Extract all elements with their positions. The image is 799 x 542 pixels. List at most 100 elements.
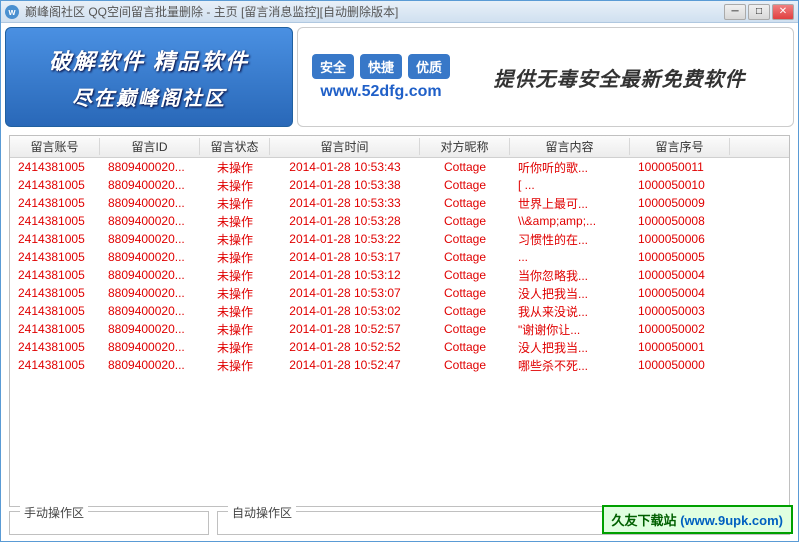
banner-slogan-1: 破解软件 精品软件 bbox=[49, 44, 249, 76]
app-icon: w bbox=[5, 5, 19, 19]
table-cell: 1000050000 bbox=[630, 358, 730, 372]
banner-right[interactable]: 安全 快捷 优质 www.52dfg.com 提供无毒安全最新免费软件 bbox=[297, 27, 794, 127]
table-cell: 2414381005 bbox=[10, 286, 100, 300]
table-row[interactable]: 24143810058809400020...未操作2014-01-28 10:… bbox=[10, 158, 789, 176]
window-title: 巅峰阁社区 QQ空间留言批量删除 - 主页 [留言消息监控][自动删除版本] bbox=[25, 3, 724, 20]
table-cell: 2014-01-28 10:53:12 bbox=[270, 268, 420, 282]
table-cell: 8809400020... bbox=[100, 340, 200, 354]
table-cell: 1000050008 bbox=[630, 214, 730, 228]
col-nickname[interactable]: 对方昵称 bbox=[420, 138, 510, 155]
table-cell: 2414381005 bbox=[10, 304, 100, 318]
watermark[interactable]: 久友下载站 (www.9upk.com) bbox=[602, 505, 793, 534]
table-cell: 2414381005 bbox=[10, 178, 100, 192]
table-cell: 2414381005 bbox=[10, 232, 100, 246]
table-cell: 未操作 bbox=[200, 285, 270, 302]
table-cell: 8809400020... bbox=[100, 196, 200, 210]
table-cell: 8809400020... bbox=[100, 286, 200, 300]
table-cell: 8809400020... bbox=[100, 160, 200, 174]
pill-group: 安全 快捷 优质 bbox=[312, 54, 450, 79]
col-account[interactable]: 留言账号 bbox=[10, 138, 100, 155]
table-row[interactable]: 24143810058809400020...未操作2014-01-28 10:… bbox=[10, 320, 789, 338]
table-cell: 2014-01-28 10:53:17 bbox=[270, 250, 420, 264]
col-id[interactable]: 留言ID bbox=[100, 138, 200, 155]
table-cell: 2014-01-28 10:53:28 bbox=[270, 214, 420, 228]
table-cell: 8809400020... bbox=[100, 304, 200, 318]
pill-fast: 快捷 bbox=[360, 54, 402, 79]
table-cell: 8809400020... bbox=[100, 178, 200, 192]
table-row[interactable]: 24143810058809400020...未操作2014-01-28 10:… bbox=[10, 338, 789, 356]
table-cell: Cottage bbox=[420, 214, 510, 228]
minimize-button[interactable]: ─ bbox=[724, 4, 746, 20]
table-cell: Cottage bbox=[420, 340, 510, 354]
auto-panel-label: 自动操作区 bbox=[228, 504, 296, 521]
table-row[interactable]: 24143810058809400020...未操作2014-01-28 10:… bbox=[10, 248, 789, 266]
table-cell: 听你听的歌... bbox=[510, 159, 630, 176]
banner-url: www.52dfg.com bbox=[320, 83, 441, 101]
table-cell: 未操作 bbox=[200, 249, 270, 266]
table-row[interactable]: 24143810058809400020...未操作2014-01-28 10:… bbox=[10, 212, 789, 230]
table-cell: 未操作 bbox=[200, 303, 270, 320]
table-cell: 2014-01-28 10:52:47 bbox=[270, 358, 420, 372]
table-cell: 8809400020... bbox=[100, 214, 200, 228]
table-cell: 1000050005 bbox=[630, 250, 730, 264]
table-row[interactable]: 24143810058809400020...未操作2014-01-28 10:… bbox=[10, 284, 789, 302]
table-body[interactable]: 24143810058809400020...未操作2014-01-28 10:… bbox=[10, 158, 789, 506]
col-seq[interactable]: 留言序号 bbox=[630, 138, 730, 155]
table-cell: 1000050009 bbox=[630, 196, 730, 210]
table-cell: 未操作 bbox=[200, 177, 270, 194]
table-cell: 2014-01-28 10:52:52 bbox=[270, 340, 420, 354]
table-cell: 1000050003 bbox=[630, 304, 730, 318]
table-cell: 8809400020... bbox=[100, 250, 200, 264]
table-row[interactable]: 24143810058809400020...未操作2014-01-28 10:… bbox=[10, 230, 789, 248]
table-cell: Cottage bbox=[420, 160, 510, 174]
table-cell: [ ... bbox=[510, 178, 630, 192]
table-cell: 2014-01-28 10:53:02 bbox=[270, 304, 420, 318]
col-content[interactable]: 留言内容 bbox=[510, 138, 630, 155]
col-time[interactable]: 留言时间 bbox=[270, 138, 420, 155]
table-row[interactable]: 24143810058809400020...未操作2014-01-28 10:… bbox=[10, 194, 789, 212]
table-cell: 未操作 bbox=[200, 267, 270, 284]
table-row[interactable]: 24143810058809400020...未操作2014-01-28 10:… bbox=[10, 302, 789, 320]
table-cell: 1000050011 bbox=[630, 160, 730, 174]
pill-quality: 优质 bbox=[408, 54, 450, 79]
table-cell: 2414381005 bbox=[10, 196, 100, 210]
table-cell: 未操作 bbox=[200, 159, 270, 176]
close-button[interactable]: ✕ bbox=[772, 4, 794, 20]
maximize-button[interactable]: □ bbox=[748, 4, 770, 20]
table-row[interactable]: 24143810058809400020...未操作2014-01-28 10:… bbox=[10, 266, 789, 284]
table-cell: 1000050004 bbox=[630, 286, 730, 300]
table-cell: 未操作 bbox=[200, 321, 270, 338]
table-cell: Cottage bbox=[420, 304, 510, 318]
table-cell: 2414381005 bbox=[10, 358, 100, 372]
table-cell: 未操作 bbox=[200, 195, 270, 212]
table-header: 留言账号 留言ID 留言状态 留言时间 对方昵称 留言内容 留言序号 bbox=[10, 136, 789, 158]
col-status[interactable]: 留言状态 bbox=[200, 138, 270, 155]
table-cell: 8809400020... bbox=[100, 358, 200, 372]
manual-panel: 手动操作区 bbox=[9, 511, 209, 535]
table-cell: 当你忽略我... bbox=[510, 267, 630, 284]
table-cell: 2414381005 bbox=[10, 340, 100, 354]
table-row[interactable]: 24143810058809400020...未操作2014-01-28 10:… bbox=[10, 356, 789, 374]
window-controls: ─ □ ✕ bbox=[724, 4, 794, 20]
table-cell: 8809400020... bbox=[100, 268, 200, 282]
table-cell: Cottage bbox=[420, 322, 510, 336]
table-cell: 哪些杀不死... bbox=[510, 357, 630, 374]
table-cell: ... bbox=[510, 250, 630, 264]
table-cell: Cottage bbox=[420, 358, 510, 372]
banner-left[interactable]: 破解软件 精品软件 尽在巅峰阁社区 bbox=[5, 27, 293, 127]
table-cell: 1000050010 bbox=[630, 178, 730, 192]
table-cell: 2414381005 bbox=[10, 268, 100, 282]
table-cell: 8809400020... bbox=[100, 232, 200, 246]
table-cell: 1000050004 bbox=[630, 268, 730, 282]
banner-tagline: 提供无毒安全最新免费软件 bbox=[460, 63, 779, 92]
table-cell: 2014-01-28 10:53:07 bbox=[270, 286, 420, 300]
watermark-url[interactable]: (www.9upk.com) bbox=[680, 513, 783, 528]
table-cell: Cottage bbox=[420, 286, 510, 300]
table-cell: 没人把我当... bbox=[510, 285, 630, 302]
titlebar[interactable]: w 巅峰阁社区 QQ空间留言批量删除 - 主页 [留言消息监控][自动删除版本]… bbox=[1, 1, 798, 23]
table-cell: Cottage bbox=[420, 268, 510, 282]
table-cell: 习惯性的在... bbox=[510, 231, 630, 248]
main-window: w 巅峰阁社区 QQ空间留言批量删除 - 主页 [留言消息监控][自动删除版本]… bbox=[0, 0, 799, 542]
manual-panel-label: 手动操作区 bbox=[20, 504, 88, 521]
table-row[interactable]: 24143810058809400020...未操作2014-01-28 10:… bbox=[10, 176, 789, 194]
